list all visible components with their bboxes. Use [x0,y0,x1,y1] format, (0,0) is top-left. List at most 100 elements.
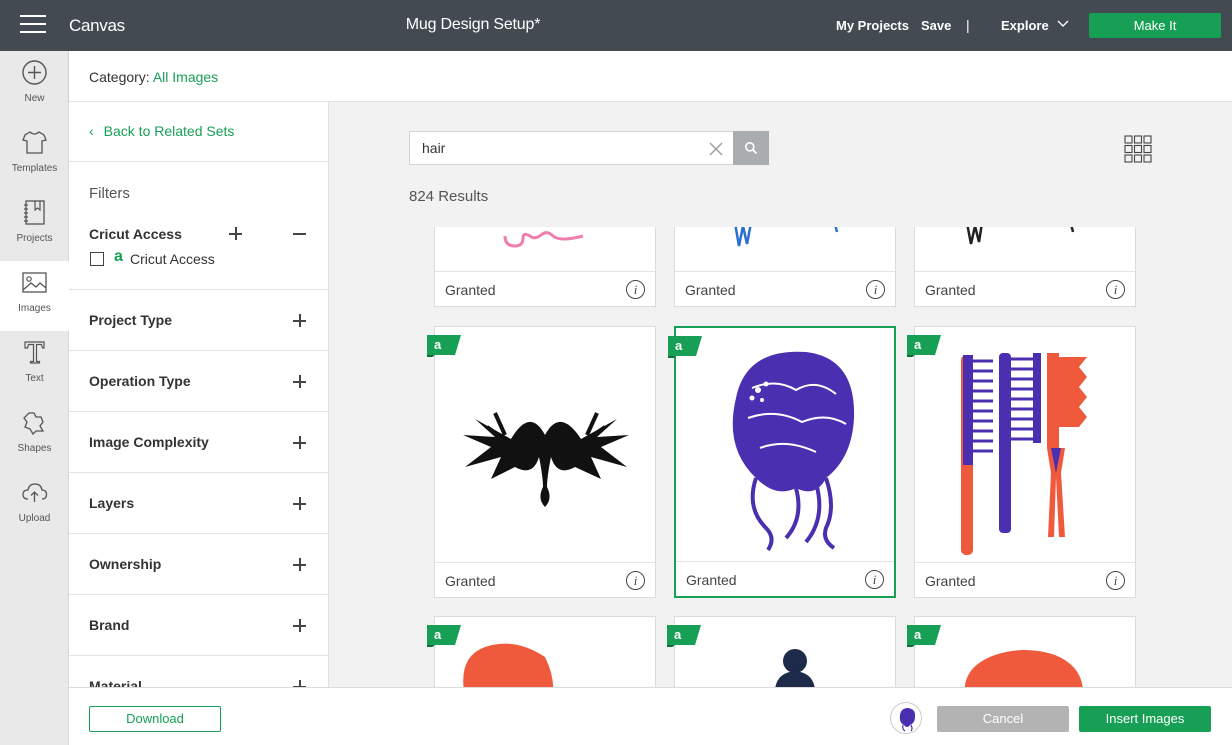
tile-footer: Granted i [915,271,1135,306]
divider [69,472,328,473]
back-link-label: Back to Related Sets [103,123,235,139]
explore-link[interactable]: Explore [1001,18,1049,33]
top-bar: Canvas Mug Design Setup* My Projects Sav… [0,0,1232,51]
back-to-related-sets-link[interactable]: ‹ Back to Related Sets [89,123,234,139]
save-link[interactable]: Save [921,18,951,33]
tile-image [915,327,1135,564]
rail-item-upload[interactable]: Upload [0,471,69,541]
plus-icon[interactable] [292,557,308,573]
my-projects-link[interactable]: My Projects [836,18,909,33]
image-tile[interactable]: a [427,616,656,687]
image-tile[interactable]: a Granted i [427,326,656,598]
navy-bun-image [775,649,815,687]
bottom-bar: Download Cancel Insert Images [69,687,1232,745]
text-icon [24,341,45,364]
plus-icon[interactable] [292,374,308,390]
image-tile-selected[interactable]: a Granted i [668,326,896,598]
plus-icon[interactable] [228,226,244,242]
filter-brand[interactable]: Brand [89,617,129,633]
image-tile[interactable]: a [667,616,896,687]
image-tile[interactable]: Granted i [914,227,1136,307]
selected-image-thumbnail[interactable] [890,702,922,734]
plus-icon[interactable] [292,313,308,329]
info-icon[interactable]: i [1106,280,1125,299]
rail-label: New [24,93,45,104]
tile-status: Granted [925,282,976,298]
filter-layers[interactable]: Layers [89,495,134,511]
category-value-link[interactable]: All Images [153,69,218,85]
divider [69,411,328,412]
info-icon[interactable]: i [866,280,885,299]
tile-footer: Granted i [676,561,894,596]
divider [69,161,328,162]
download-button[interactable]: Download [89,706,221,732]
blue-strands-image [734,227,839,247]
filter-image-complexity[interactable]: Image Complexity [89,434,209,450]
rail-item-shapes[interactable]: Shapes [0,401,69,471]
filters-title: Filters [89,185,130,202]
combs-image [961,353,1087,555]
image-tile[interactable]: a Granted i [907,326,1136,598]
category-prefix: Category: [89,69,150,85]
search-input[interactable] [410,132,700,164]
rail-item-projects[interactable]: Projects [0,191,69,261]
filter-material[interactable]: Material [89,678,142,687]
rail-label: Templates [11,163,58,174]
pigtail-buns-image [463,412,629,507]
minus-icon[interactable] [292,226,308,242]
image-tile[interactable]: a [907,616,1136,687]
plus-circle-icon [22,60,47,85]
cricut-access-a-icon: a [114,248,123,265]
top-separator: | [966,17,970,33]
image-tile[interactable]: Granted i [434,227,656,307]
cricut-access-checkbox[interactable] [90,252,104,266]
info-icon[interactable]: i [626,280,645,299]
grid-view-icon[interactable] [1124,135,1152,163]
divider [69,533,328,534]
rail-label: Projects [16,233,53,244]
cancel-button[interactable]: Cancel [937,706,1069,732]
tile-footer: Granted i [435,562,655,597]
left-nav-rail: New Templates Projects Images Text Shape… [0,51,69,745]
tile-image [675,227,895,273]
selected-thumbnail-image [899,708,916,732]
rail-label: Images [18,303,51,314]
divider [69,350,328,351]
rail-item-text[interactable]: Text [0,331,69,401]
chevron-down-icon[interactable] [1056,17,1070,31]
make-it-button[interactable]: Make It [1089,13,1221,38]
image-tile[interactable]: Granted i [674,227,896,307]
tile-status: Granted [445,573,496,589]
tile-image [435,227,655,273]
info-icon[interactable]: i [626,571,645,590]
tile-image [915,617,1135,687]
divider [69,655,328,656]
divider [69,594,328,595]
category-bar: Category: All Images [69,51,1232,102]
plus-icon[interactable] [292,435,308,451]
pink-swirl-image [503,231,584,248]
filter-operation-type[interactable]: Operation Type [89,373,191,389]
plus-icon[interactable] [292,618,308,634]
tile-status: Granted [925,573,976,589]
info-icon[interactable]: i [1106,571,1125,590]
filter-project-type[interactable]: Project Type [89,312,172,328]
cricut-access-option-label: Cricut Access [130,251,215,267]
category-label: Category: All Images [89,69,218,85]
search-button[interactable] [733,131,769,165]
info-icon[interactable]: i [865,570,884,589]
clear-search-icon[interactable] [708,141,724,157]
upload-cloud-icon [22,483,48,502]
rail-label: Text [25,373,44,384]
tile-status: Granted [686,572,737,588]
shirt-icon [22,131,47,154]
document-title: Mug Design Setup* [405,16,541,33]
plus-icon[interactable] [292,496,308,512]
insert-images-button[interactable]: Insert Images [1079,706,1211,732]
rail-item-images[interactable]: Images [0,261,69,331]
rail-item-new[interactable]: New [0,51,69,121]
search-box [409,131,733,165]
plus-icon[interactable] [292,679,308,687]
filter-ownership[interactable]: Ownership [89,556,161,572]
rail-item-templates[interactable]: Templates [0,121,69,191]
